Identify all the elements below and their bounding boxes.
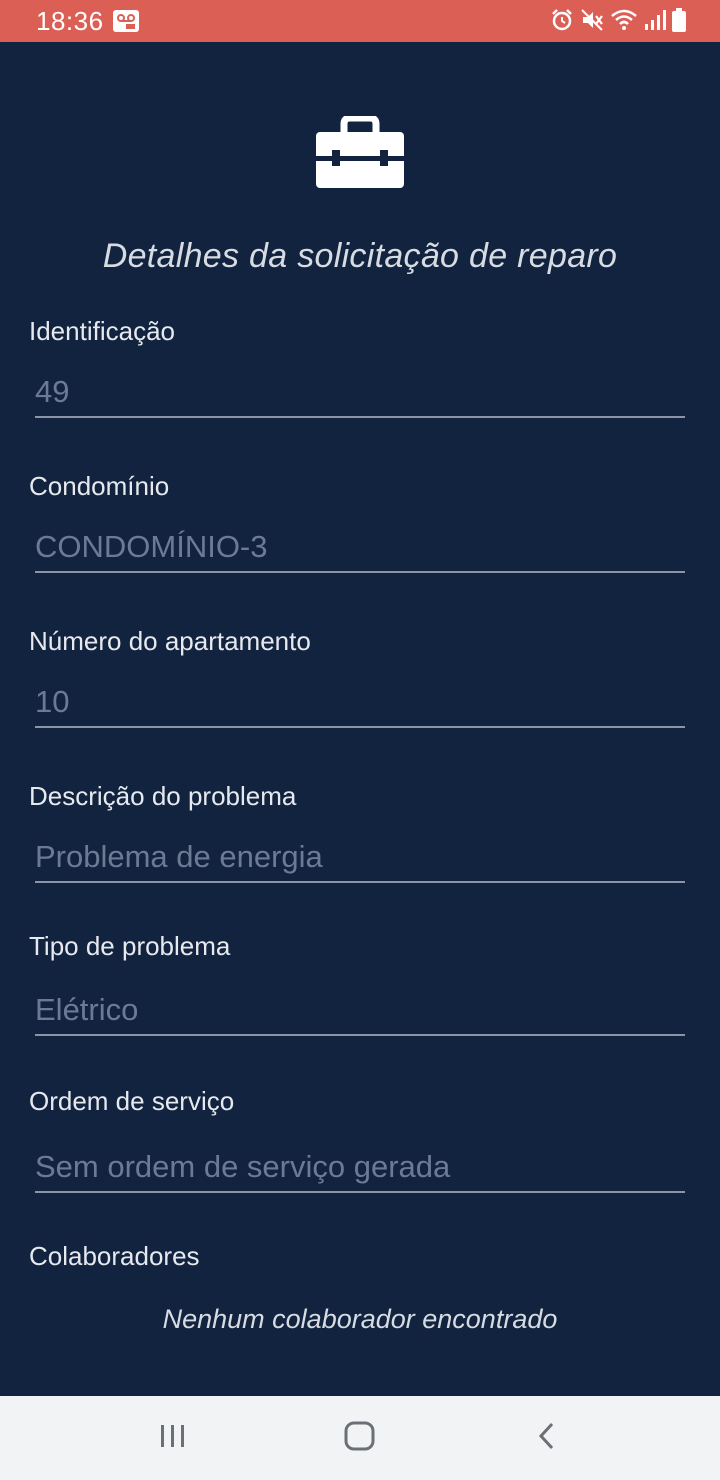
- problem-description-field[interactable]: [35, 833, 685, 883]
- repair-request-details: Detalhes da solicitação de reparo Identi…: [0, 42, 720, 1396]
- signal-icon: [644, 8, 666, 32]
- toolbox-icon: [316, 114, 404, 193]
- problem-type-label: Tipo de problema: [29, 931, 231, 961]
- navigation-bar: [0, 1396, 720, 1480]
- condominium-field[interactable]: [35, 523, 685, 573]
- status-time: 18:36: [36, 6, 104, 36]
- home-button[interactable]: [330, 1416, 390, 1460]
- status-bar: 18:36: [0, 0, 720, 42]
- voicemail-icon: [113, 10, 139, 37]
- no-collaborators-message: Nenhum colaborador encontrado: [162, 1304, 558, 1334]
- recents-button[interactable]: [143, 1416, 203, 1460]
- recents-icon: [158, 1423, 188, 1454]
- problem-description-label: Descrição do problema: [29, 781, 297, 811]
- problem-type-field[interactable]: [35, 986, 685, 1036]
- back-icon: [537, 1421, 557, 1456]
- identification-label: Identificação: [29, 316, 175, 346]
- home-icon: [344, 1421, 376, 1456]
- identification-field[interactable]: [35, 368, 685, 418]
- condominium-label: Condomínio: [29, 471, 170, 501]
- service-order-field[interactable]: [35, 1143, 685, 1193]
- alarm-icon: [550, 8, 574, 32]
- back-button[interactable]: [517, 1416, 577, 1460]
- apartment-number-field[interactable]: [35, 678, 685, 728]
- service-order-label: Ordem de serviço: [29, 1086, 235, 1116]
- status-icons: [550, 8, 686, 32]
- apartment-number-label: Número do apartamento: [29, 626, 311, 656]
- wifi-icon: [610, 8, 638, 32]
- mute-icon: [580, 8, 604, 32]
- collaborators-label: Colaboradores: [29, 1241, 200, 1271]
- page-title: Detalhes da solicitação de reparo: [102, 237, 618, 275]
- battery-icon: [672, 8, 686, 32]
